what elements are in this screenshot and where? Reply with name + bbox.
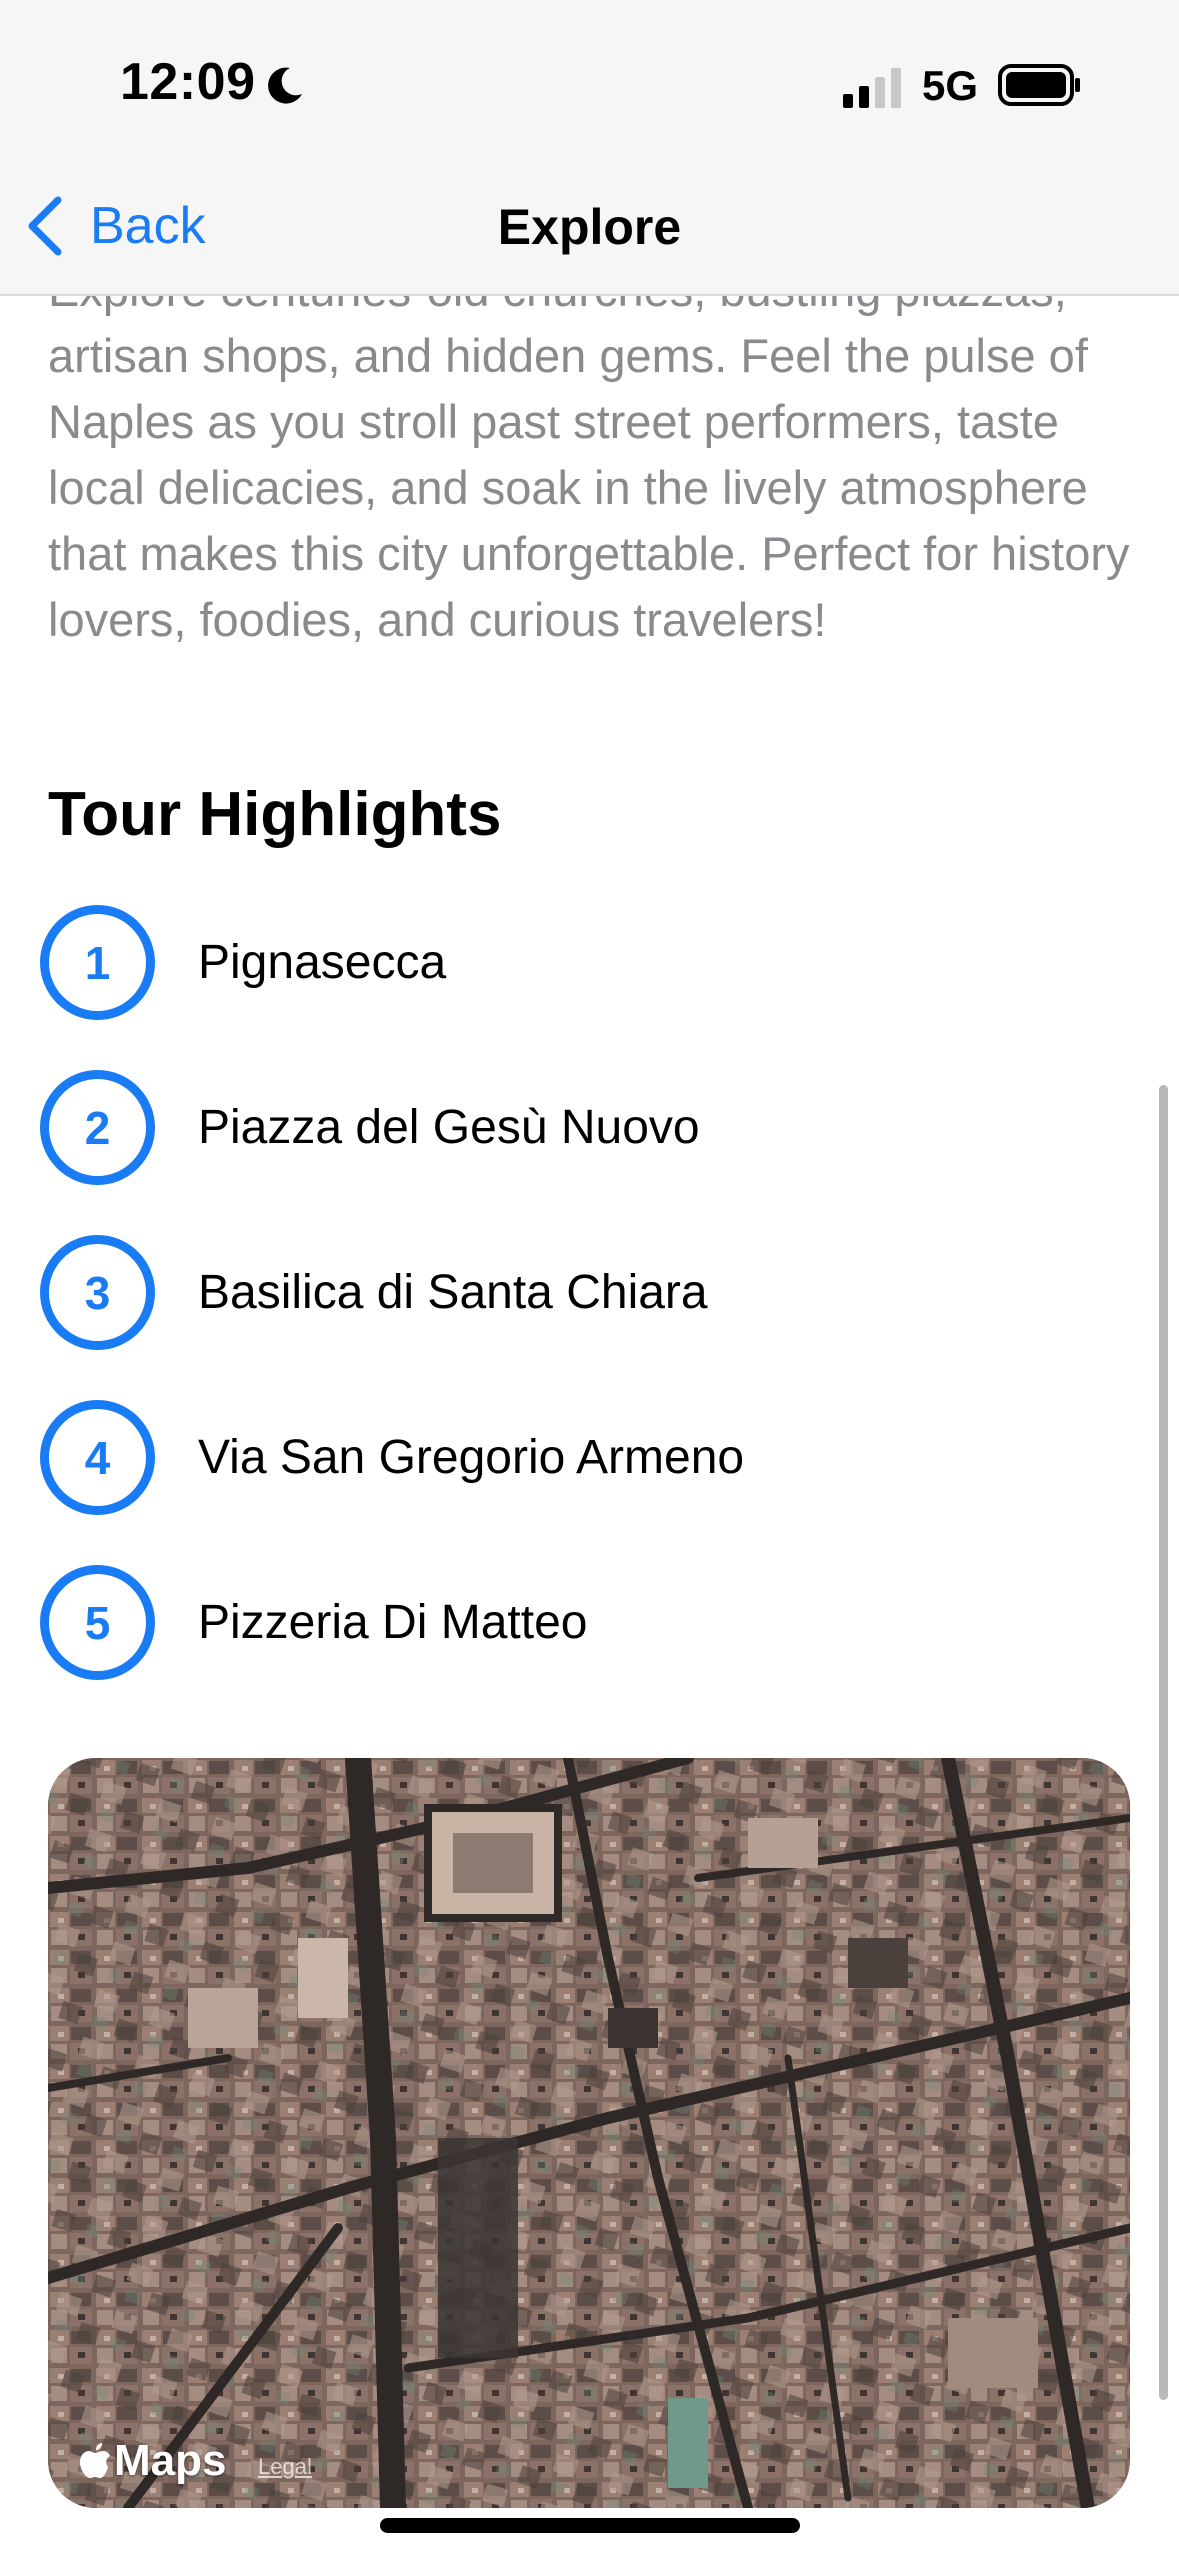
apple-logo-icon: [80, 2443, 110, 2478]
highlight-number-badge: 5: [40, 1565, 155, 1680]
page-title: Explore: [497, 199, 682, 255]
legal-link[interactable]: Legal: [258, 2454, 312, 2480]
highlight-name: Pizzeria Di Matteo: [198, 1596, 588, 1649]
moon-icon: [268, 67, 302, 104]
highlight-name: Pignasecca: [198, 936, 447, 989]
highlight-item[interactable]: 3 Basilica di Santa Chiara: [40, 1210, 1040, 1375]
highlight-item[interactable]: 4 Via San Gregorio Armeno: [40, 1375, 1040, 1540]
explore-screen: Explore centuries-old churches, bustling…: [0, 0, 1179, 2556]
highlight-name: Piazza del Gesù Nuovo: [198, 1101, 700, 1154]
apple-maps-logo: Maps: [78, 2436, 226, 2486]
cellular-signal-icon: [843, 68, 901, 108]
highlight-number-badge: 1: [40, 905, 155, 1020]
maps-brand-label: Maps: [114, 2436, 227, 2485]
scroll-indicator: [1159, 1085, 1168, 2400]
battery-icon: [998, 64, 1080, 106]
highlight-name: Basilica di Santa Chiara: [198, 1266, 708, 1319]
highlight-number-badge: 4: [40, 1400, 155, 1515]
network-type: 5G: [922, 62, 979, 109]
highlight-number-badge: 2: [40, 1070, 155, 1185]
satellite-imagery: [48, 1758, 1130, 2508]
highlights-list: 1 Pignasecca 2 Piazza del Gesù Nuovo 3 B…: [40, 880, 1040, 1705]
highlight-name: Via San Gregorio Armeno: [198, 1431, 745, 1484]
satellite-map[interactable]: Maps Legal: [48, 1758, 1130, 2508]
highlights-heading: Tour Highlights: [48, 780, 502, 849]
highlight-item[interactable]: 1 Pignasecca: [40, 880, 1040, 1045]
highlight-item[interactable]: 2 Piazza del Gesù Nuovo: [40, 1045, 1040, 1210]
highlight-number-badge: 3: [40, 1235, 155, 1350]
navigation-header: 12:09 5G Back Explore: [0, 0, 1179, 296]
home-indicator[interactable]: [380, 2518, 800, 2533]
tour-description: Explore centuries-old churches, bustling…: [48, 263, 1130, 646]
status-time: 12:09: [120, 53, 256, 111]
highlight-item[interactable]: 5 Pizzeria Di Matteo: [40, 1540, 1040, 1705]
